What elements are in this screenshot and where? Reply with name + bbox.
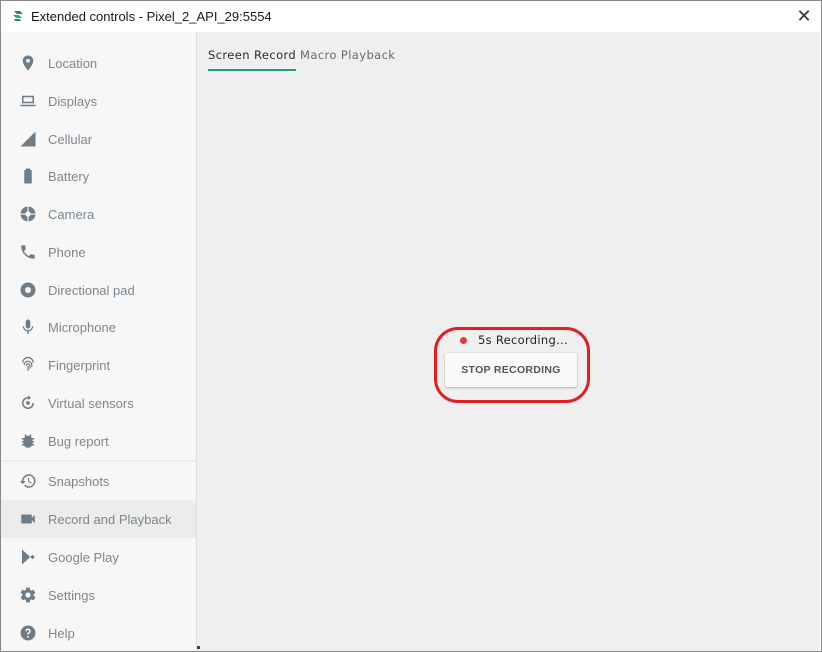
- microphone-icon: [18, 317, 38, 337]
- sidebar-item-directional-pad[interactable]: Directional pad: [1, 271, 196, 309]
- close-button[interactable]: ✕: [791, 3, 817, 29]
- recording-status-text: 5s Recording...: [478, 333, 568, 347]
- sidebar-item-cellular[interactable]: Cellular: [1, 120, 196, 158]
- sidebar-item-settings[interactable]: Settings: [1, 576, 196, 614]
- camera-aperture-icon: [18, 204, 38, 224]
- window-title: Extended controls - Pixel_2_API_29:5554: [31, 9, 272, 24]
- main-panel: Screen Record Macro Playback 5s Recordin…: [197, 32, 820, 651]
- sidebar-item-label: Directional pad: [48, 282, 135, 298]
- stop-recording-button[interactable]: STOP RECORDING: [445, 353, 577, 387]
- gear-icon: [18, 585, 38, 605]
- extended-controls-window: Extended controls - Pixel_2_API_29:5554 …: [0, 0, 822, 652]
- window-resize-corner: [197, 646, 200, 649]
- fingerprint-icon: [18, 355, 38, 375]
- sidebar-item-help[interactable]: Help: [1, 614, 196, 652]
- sidebar-item-fingerprint[interactable]: Fingerprint: [1, 346, 196, 384]
- sidebar-item-virtual-sensors[interactable]: Virtual sensors: [1, 384, 196, 422]
- recording-status: 5s Recording...: [460, 333, 568, 347]
- phone-icon: [18, 242, 38, 262]
- sidebar-item-battery[interactable]: Battery: [1, 157, 196, 195]
- sidebar-item-camera[interactable]: Camera: [1, 195, 196, 233]
- help-icon: [18, 623, 38, 643]
- dpad-icon: [18, 280, 38, 300]
- bug-icon: [18, 431, 38, 451]
- sidebar-item-label: Snapshots: [48, 473, 110, 489]
- videocam-icon: [18, 509, 38, 529]
- sidebar-item-label: Record and Playback: [48, 511, 172, 527]
- emulator-app-icon: [13, 11, 23, 21]
- tab-macro-playback[interactable]: Macro Playback: [300, 48, 395, 69]
- sidebar-item-record-and-playback[interactable]: Record and Playback: [1, 500, 196, 538]
- sidebar-item-label: Virtual sensors: [48, 395, 134, 411]
- sidebar-item-label: Location: [48, 55, 98, 71]
- recording-dot-icon: [460, 336, 467, 344]
- title-bar: Extended controls - Pixel_2_API_29:5554 …: [1, 1, 821, 32]
- sidebar: Location Displays Cellular Battery Camer: [1, 32, 197, 651]
- sidebar-item-label: Displays: [48, 93, 98, 109]
- close-icon[interactable]: ✕: [796, 6, 811, 26]
- location-pin-icon: [18, 53, 38, 73]
- sidebar-item-label: Google Play: [48, 549, 119, 565]
- tab-screen-record[interactable]: Screen Record: [208, 48, 297, 71]
- sidebar-item-microphone[interactable]: Microphone: [1, 308, 196, 346]
- play-store-icon: [18, 547, 38, 567]
- sidebar-item-label: Phone: [48, 244, 86, 260]
- signal-icon: [18, 129, 38, 149]
- sidebar-item-label: Settings: [48, 587, 95, 603]
- sidebar-item-phone[interactable]: Phone: [1, 233, 196, 271]
- sidebar-item-label: Microphone: [48, 319, 116, 335]
- history-icon: [18, 471, 38, 491]
- battery-icon: [18, 166, 38, 186]
- rotate-sensor-icon: [18, 393, 38, 413]
- sidebar-item-bug-report[interactable]: Bug report: [1, 422, 196, 460]
- sidebar-item-label: Camera: [48, 206, 95, 222]
- sidebar-item-label: Fingerprint: [48, 357, 111, 373]
- sidebar-item-label: Cellular: [48, 131, 93, 147]
- sidebar-item-label: Battery: [48, 168, 90, 184]
- sidebar-item-label: Help: [48, 625, 75, 641]
- sidebar-item-snapshots[interactable]: Snapshots: [1, 462, 196, 500]
- laptop-icon: [18, 91, 38, 111]
- sidebar-item-label: Bug report: [48, 433, 109, 449]
- sidebar-item-google-play[interactable]: Google Play: [1, 538, 196, 576]
- stop-recording-label[interactable]: STOP RECORDING: [461, 364, 561, 376]
- sidebar-item-location[interactable]: Location: [1, 44, 196, 82]
- sidebar-item-displays[interactable]: Displays: [1, 82, 196, 120]
